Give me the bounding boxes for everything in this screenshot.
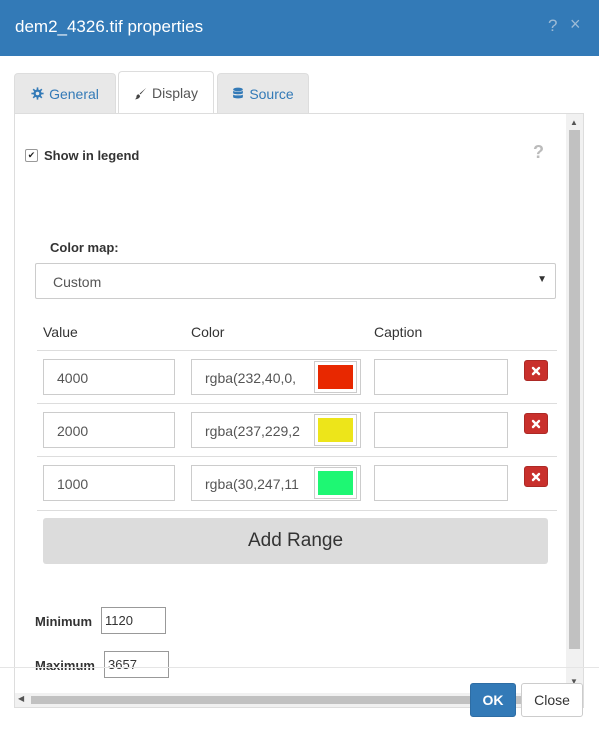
close-icon[interactable]: × <box>570 14 581 35</box>
range-row: 1000 rgba(30,247,11 <box>37 456 557 511</box>
color-map-value: Custom <box>53 274 102 290</box>
tab-source[interactable]: Source <box>217 73 309 113</box>
range-caption-input[interactable] <box>374 465 508 501</box>
dialog-body: General Display Source ✔ Show in legend … <box>0 56 599 708</box>
color-map-label: Color map: <box>50 240 119 255</box>
delete-range-button[interactable] <box>524 466 548 487</box>
color-swatch[interactable] <box>314 414 357 446</box>
close-icon <box>531 419 541 428</box>
gear-icon <box>31 87 44 100</box>
database-icon <box>232 87 244 100</box>
maximum-input[interactable]: 3657 <box>104 651 169 678</box>
color-map-select[interactable]: Custom ▼ <box>35 263 556 299</box>
caption-column-header: Caption <box>374 324 423 340</box>
show-in-legend-row[interactable]: ✔ Show in legend <box>25 148 139 163</box>
scrollbar-thumb[interactable] <box>31 696 546 704</box>
tab-display[interactable]: Display <box>118 71 214 114</box>
dialog-title: dem2_4326.tif properties <box>15 17 204 36</box>
color-column-header: Color <box>191 324 225 340</box>
value-column-header: Value <box>43 324 78 340</box>
range-caption-input[interactable] <box>374 359 508 395</box>
color-swatch[interactable] <box>314 361 357 393</box>
minimum-label: Minimum <box>35 614 93 629</box>
scroll-up-icon[interactable]: ▲ <box>570 118 578 127</box>
scrollbar-thumb[interactable] <box>569 130 580 649</box>
minimum-input[interactable]: 1120 <box>101 607 166 634</box>
tab-general-label: General <box>49 85 99 102</box>
vertical-scrollbar[interactable]: ▲ ▼ <box>566 114 583 693</box>
footer-divider <box>0 667 599 668</box>
delete-range-button[interactable] <box>524 360 548 381</box>
delete-range-button[interactable] <box>524 413 548 434</box>
close-icon <box>531 472 541 481</box>
range-value-input[interactable]: 1000 <box>43 465 175 501</box>
tab-bar: General Display Source <box>14 71 584 114</box>
range-caption-input[interactable] <box>374 412 508 448</box>
maximum-label: Maximum <box>35 658 95 673</box>
ok-button[interactable]: OK <box>470 683 516 717</box>
tab-source-label: Source <box>249 85 294 102</box>
scroll-left-icon[interactable]: ◀ <box>18 694 24 703</box>
close-icon <box>531 366 541 375</box>
help-icon[interactable]: ? <box>548 16 557 36</box>
add-range-button[interactable]: Add Range <box>43 518 548 564</box>
range-row: 2000 rgba(237,229,2 <box>37 403 557 457</box>
range-value-input[interactable]: 4000 <box>43 359 175 395</box>
paintbrush-icon <box>134 87 147 100</box>
range-value-input[interactable]: 2000 <box>43 412 175 448</box>
dialog-titlebar: dem2_4326.tif properties ? × <box>0 0 599 56</box>
tab-display-label: Display <box>152 85 198 101</box>
tab-general[interactable]: General <box>14 73 116 113</box>
display-panel: ✔ Show in legend ? Color map: Custom ▼ V… <box>14 113 584 708</box>
show-in-legend-checkbox[interactable]: ✔ <box>25 149 38 162</box>
close-button[interactable]: Close <box>521 683 583 717</box>
dropdown-caret-icon: ▼ <box>537 274 547 285</box>
help-icon[interactable]: ? <box>533 142 544 163</box>
show-in-legend-label: Show in legend <box>44 148 140 163</box>
range-row: 4000 rgba(232,40,0, <box>37 350 557 404</box>
color-swatch[interactable] <box>314 467 357 499</box>
